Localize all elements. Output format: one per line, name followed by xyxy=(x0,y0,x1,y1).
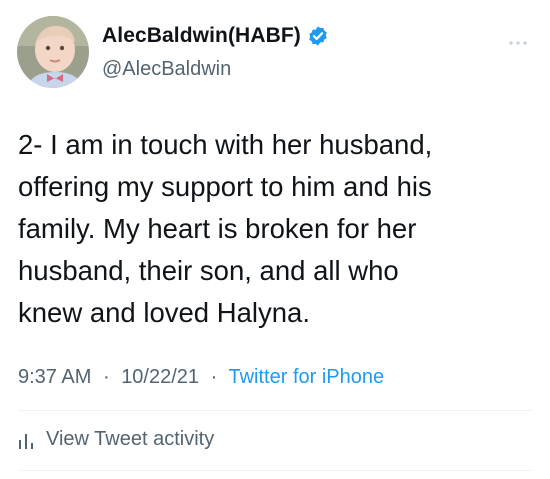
author-handle[interactable]: @AlecBaldwin xyxy=(102,58,231,81)
view-tweet-activity-label[interactable]: View Tweet activity xyxy=(46,428,214,451)
tweet-line: family. My heart is broken for her xyxy=(18,213,417,244)
tweet-time[interactable]: 9:37 AM xyxy=(18,366,91,388)
tweet-line: 2- I am in touch with her husband, xyxy=(18,129,433,160)
tweet-date[interactable]: 10/22/21 xyxy=(121,366,199,388)
tweet-card: AlecBaldwin(HABF) @AlecBaldwin 2- I am i… xyxy=(0,0,550,479)
divider xyxy=(18,470,532,471)
tweet-meta: 9:37 AM · 10/22/21 · Twitter for iPhone xyxy=(18,366,384,389)
more-options-icon[interactable] xyxy=(508,36,528,46)
tweet-line: knew and loved Halyna. xyxy=(18,297,310,328)
tweet-line: husband, their son, and all who xyxy=(18,255,399,286)
tweet-text: 2- I am in touch with her husband, offer… xyxy=(18,124,538,334)
verified-badge-icon xyxy=(307,25,329,47)
divider xyxy=(18,410,532,411)
avatar-image xyxy=(17,16,89,88)
meta-separator: · xyxy=(210,366,218,388)
author-name-row[interactable]: AlecBaldwin(HABF) xyxy=(102,24,329,48)
tweet-line: offering my support to him and his xyxy=(18,171,432,202)
meta-separator: · xyxy=(102,366,110,388)
view-tweet-activity-button[interactable]: View Tweet activity xyxy=(18,428,214,451)
bar-chart-icon xyxy=(18,431,34,449)
tweet-source-link[interactable]: Twitter for iPhone xyxy=(228,366,384,388)
avatar[interactable] xyxy=(17,16,89,88)
display-name[interactable]: AlecBaldwin(HABF) xyxy=(102,24,301,48)
